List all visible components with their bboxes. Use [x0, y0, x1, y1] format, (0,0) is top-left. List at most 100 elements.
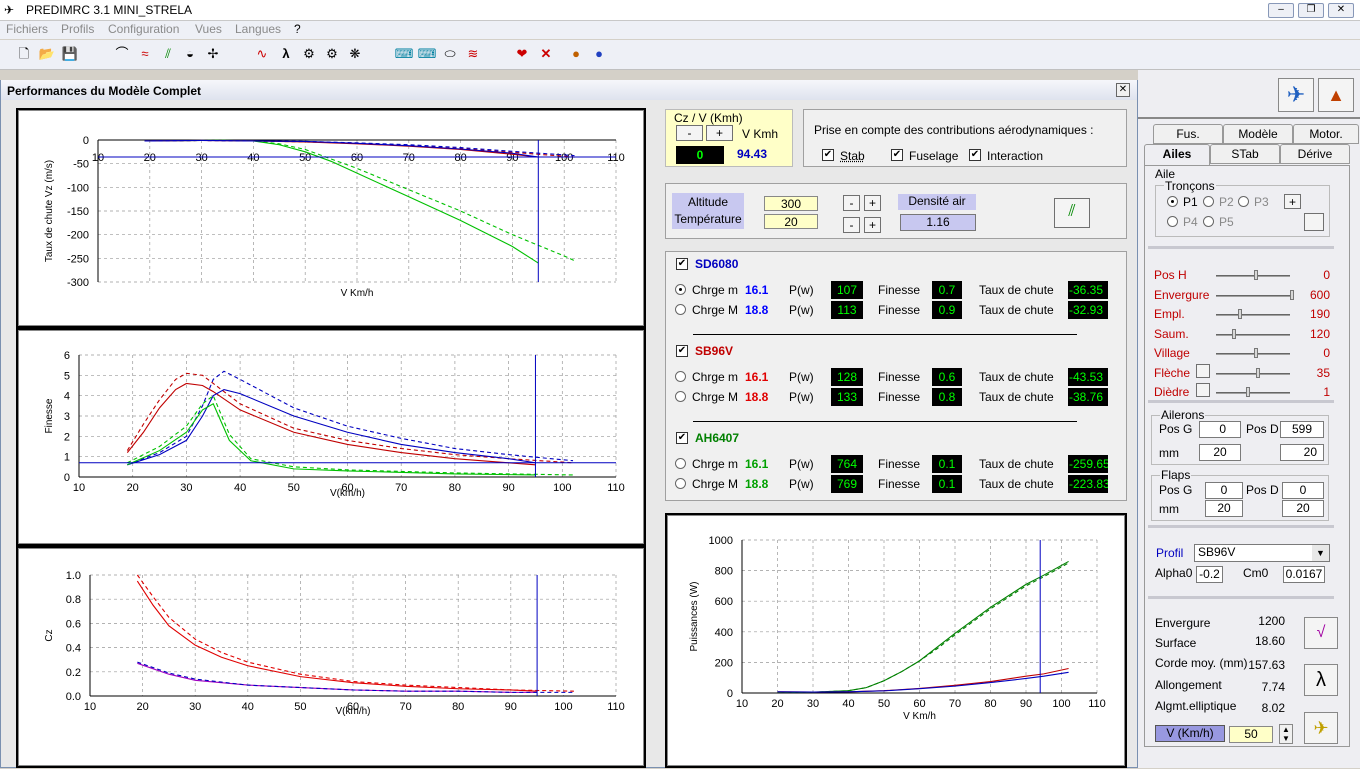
heart-icon[interactable]: ❤: [512, 43, 532, 65]
ailerons-mmd-input[interactable]: 20: [1280, 444, 1324, 461]
charge-radio[interactable]: [675, 304, 686, 315]
menu-fichiers[interactable]: Fichiers: [6, 22, 48, 36]
curve-icon[interactable]: ∿: [252, 43, 272, 65]
close-window-button[interactable]: ✕: [1116, 83, 1130, 97]
ailerons-posg-input[interactable]: 0: [1199, 421, 1241, 438]
slider-track[interactable]: [1216, 275, 1290, 277]
flaps-posd-input[interactable]: 0: [1282, 482, 1324, 499]
tab-stab[interactable]: STab: [1210, 144, 1280, 164]
temperature-input[interactable]: 20: [764, 214, 818, 229]
polar-curve-icon[interactable]: √: [1304, 617, 1338, 649]
menu-configuration[interactable]: Configuration: [108, 22, 179, 36]
plane-top-icon[interactable]: ✢: [203, 43, 223, 65]
motor2-icon[interactable]: ⚙: [322, 43, 342, 65]
slider-thumb[interactable]: [1254, 270, 1258, 280]
airfoil-compare-icon[interactable]: ≋: [463, 43, 483, 65]
alpha0-input[interactable]: -0.2: [1196, 566, 1223, 583]
temperature-plus-button[interactable]: +: [864, 217, 881, 233]
wing-profile-icon[interactable]: ⌒: [112, 43, 132, 65]
flaps-mmd-input[interactable]: 20: [1282, 500, 1324, 517]
delete-icon[interactable]: ✕: [536, 43, 556, 65]
troncon-plus-button[interactable]: +: [1284, 194, 1301, 209]
slider-track[interactable]: [1216, 372, 1290, 375]
altitude-input[interactable]: 300: [764, 196, 818, 211]
save-icon[interactable]: 💾: [60, 43, 80, 65]
radio-p5[interactable]: [1203, 216, 1214, 227]
color-ball2-icon[interactable]: ●: [589, 43, 609, 65]
profil-select[interactable]: SB96V: [1194, 544, 1330, 562]
profile-checkbox-sd6080[interactable]: ✔: [676, 258, 688, 270]
flaps-posg-input[interactable]: 0: [1205, 482, 1243, 499]
menu-help[interactable]: ?: [294, 22, 301, 36]
fleche-button[interactable]: [1196, 364, 1210, 378]
radio-p3[interactable]: [1238, 196, 1249, 207]
menu-profils[interactable]: Profils: [61, 22, 94, 36]
radio-p4[interactable]: [1167, 216, 1178, 227]
slider-thumb[interactable]: [1246, 387, 1250, 397]
radio-p1[interactable]: [1167, 196, 1178, 207]
tab-ailes[interactable]: Ailes: [1144, 144, 1210, 166]
restore-button[interactable]: ❐: [1298, 3, 1324, 18]
color-ball-icon[interactable]: ●: [566, 43, 586, 65]
troncon-color-button[interactable]: [1304, 213, 1324, 231]
slider-track[interactable]: [1216, 294, 1290, 297]
slider-thumb[interactable]: [1238, 309, 1242, 319]
slider-thumb[interactable]: [1254, 348, 1258, 358]
slider-thumb[interactable]: [1256, 367, 1260, 378]
temperature-minus-button[interactable]: -: [843, 217, 860, 233]
slider-track[interactable]: [1216, 333, 1290, 336]
ailerons-posd-input[interactable]: 599: [1280, 421, 1324, 438]
ailerons-mmg-input[interactable]: 20: [1199, 444, 1241, 461]
v-kmh-input[interactable]: 50: [1229, 726, 1273, 743]
keyboard-icon[interactable]: ⌨: [394, 43, 414, 65]
tab-derive[interactable]: Dérive: [1280, 144, 1350, 164]
interaction-checkbox[interactable]: ✔: [969, 149, 981, 161]
charge-radio[interactable]: [675, 478, 686, 489]
new-file-icon[interactable]: 🗋: [14, 43, 34, 65]
menu-vues[interactable]: Vues: [195, 22, 222, 36]
v-kmh-spinner[interactable]: ▲ ▼: [1279, 724, 1293, 744]
plane-speed-icon[interactable]: ✈: [1304, 712, 1338, 744]
polar-chart-icon[interactable]: ⫽: [1054, 198, 1090, 228]
slider-track[interactable]: [1216, 392, 1290, 394]
propeller-icon[interactable]: ❋: [345, 43, 365, 65]
czv-plus-button[interactable]: +: [706, 125, 733, 141]
slider-track[interactable]: [1216, 353, 1290, 355]
polar-icon[interactable]: ⫽: [158, 43, 178, 65]
altitude-minus-button[interactable]: -: [843, 195, 860, 211]
lambda-button[interactable]: λ: [1304, 664, 1338, 696]
profile-checkbox-ah6407[interactable]: ✔: [676, 432, 688, 444]
minimize-button[interactable]: –: [1268, 3, 1294, 18]
close-app-button[interactable]: ✕: [1328, 3, 1354, 18]
open-folder-icon[interactable]: 📂: [37, 43, 57, 65]
charge-radio[interactable]: [675, 458, 686, 469]
flaps-mmg-input[interactable]: 20: [1205, 500, 1243, 517]
slider-track[interactable]: [1216, 314, 1290, 316]
lambda-icon[interactable]: λ: [276, 43, 296, 65]
slider-thumb[interactable]: [1232, 328, 1236, 339]
charge-radio[interactable]: [675, 391, 686, 402]
plane-icon[interactable]: ✈: [1278, 78, 1314, 112]
fuselage-icon[interactable]: ⬭: [440, 43, 460, 65]
chevron-down-icon[interactable]: ▼: [1312, 545, 1329, 561]
czv-minus-button[interactable]: -: [676, 125, 703, 141]
profile-compare-icon[interactable]: ≈: [135, 43, 155, 65]
menu-langues[interactable]: Langues: [235, 22, 281, 36]
cm0-input[interactable]: 0.0167: [1283, 566, 1325, 583]
tab-modele[interactable]: Modèle: [1223, 124, 1293, 144]
motor-icon[interactable]: ⚙: [299, 43, 319, 65]
keyboard2-icon[interactable]: ⌨: [417, 43, 437, 65]
diedre-button[interactable]: [1196, 383, 1210, 397]
airfoil-icon[interactable]: ◒: [180, 43, 200, 65]
flame-icon[interactable]: ▲: [1318, 78, 1354, 112]
radio-p2[interactable]: [1203, 196, 1214, 207]
tab-motor[interactable]: Motor.: [1293, 124, 1359, 144]
altitude-plus-button[interactable]: +: [864, 195, 881, 211]
stab-checkbox[interactable]: ✔: [822, 149, 834, 161]
x-tick-label: 20: [136, 701, 148, 713]
charge-radio[interactable]: [675, 284, 686, 295]
tab-fus[interactable]: Fus.: [1153, 124, 1223, 144]
profile-checkbox-sb96v[interactable]: ✔: [676, 345, 688, 357]
charge-radio[interactable]: [675, 371, 686, 382]
fuselage-checkbox[interactable]: ✔: [891, 149, 903, 161]
